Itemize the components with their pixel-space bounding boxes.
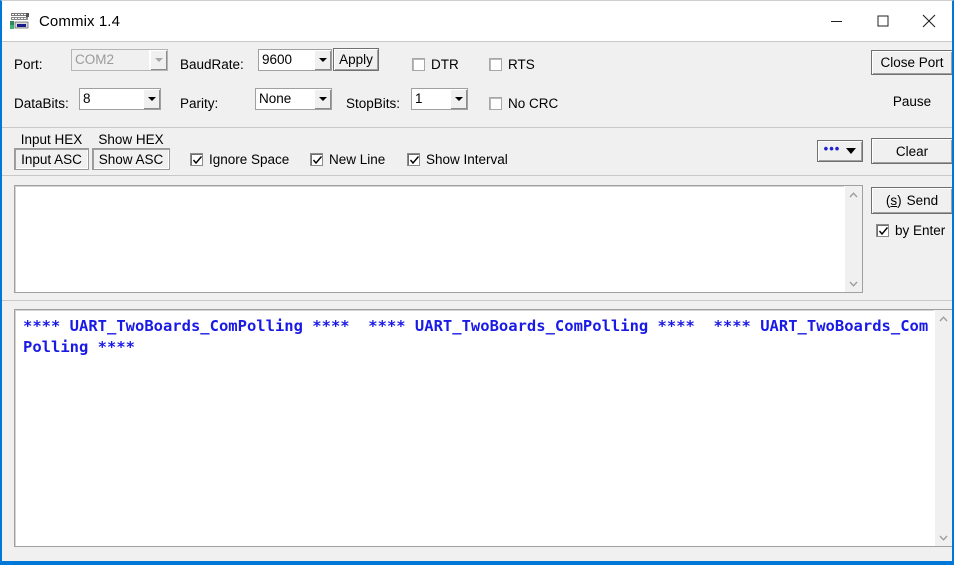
window-controls — [814, 1, 952, 41]
format-options-panel: Input HEX Input ASC Show HEX Show ASC Ig… — [2, 127, 952, 175]
chevron-down-icon — [449, 89, 467, 109]
baudrate-label: BaudRate: — [180, 57, 244, 72]
receive-output-scrollbar[interactable] — [934, 310, 952, 546]
send-input-text-area[interactable] — [15, 186, 845, 292]
close-port-button[interactable]: Close Port — [871, 50, 952, 75]
stopbits-label: StopBits: — [346, 96, 401, 111]
port-value: COM2 — [75, 52, 115, 68]
input-asc-button[interactable]: Input ASC — [14, 148, 89, 170]
title-bar: Commix 1.4 — [2, 1, 952, 41]
send-button-accelerator: (s) — [885, 193, 902, 208]
input-mode-toggle[interactable]: Input HEX Input ASC — [14, 132, 89, 170]
dtr-checkbox-box — [412, 58, 425, 71]
no-crc-checkbox-box — [489, 97, 502, 110]
send-button-label: Send — [906, 193, 939, 208]
new-line-label: New Line — [329, 152, 386, 167]
receive-output[interactable]: **** UART_TwoBoards_ComPolling **** ****… — [14, 309, 952, 547]
stopbits-select[interactable]: 1 — [411, 88, 468, 110]
show-interval-checkbox[interactable]: Show Interval — [407, 152, 508, 167]
databits-select[interactable]: 8 — [79, 88, 161, 110]
chevron-down-icon — [313, 50, 331, 70]
scroll-down-icon[interactable] — [935, 529, 952, 546]
chevron-down-icon — [846, 148, 857, 154]
ignore-space-label: Ignore Space — [209, 152, 290, 167]
baudrate-value: 9600 — [262, 52, 293, 68]
more-dots-label: ••• — [823, 140, 841, 156]
new-line-checkbox[interactable]: New Line — [310, 152, 385, 167]
parity-value: None — [259, 91, 292, 107]
databits-value: 8 — [83, 91, 91, 107]
more-options-button[interactable]: ••• — [817, 140, 863, 162]
clear-button[interactable]: Clear — [871, 138, 952, 164]
receive-panel: **** UART_TwoBoards_ComPolling **** ****… — [2, 300, 952, 551]
show-mode-toggle[interactable]: Show HEX Show ASC — [92, 132, 170, 170]
show-interval-label: Show Interval — [426, 152, 508, 167]
stopbits-value: 1 — [415, 91, 423, 107]
chevron-down-icon — [313, 89, 331, 109]
send-panel: (s) Send by Enter — [2, 175, 952, 300]
chevron-down-icon — [142, 89, 160, 109]
send-input-scrollbar[interactable] — [844, 186, 862, 292]
close-icon[interactable] — [906, 1, 952, 41]
show-interval-checkbox-box — [407, 153, 420, 166]
chevron-down-icon — [149, 50, 167, 70]
new-line-checkbox-box — [310, 153, 323, 166]
send-input[interactable] — [14, 185, 863, 293]
no-crc-checkbox[interactable]: No CRC — [489, 96, 558, 111]
no-crc-label: No CRC — [508, 96, 559, 111]
scroll-up-icon[interactable] — [845, 186, 862, 203]
maximize-icon[interactable] — [860, 1, 906, 41]
port-select[interactable]: COM2 — [71, 49, 168, 71]
parity-select[interactable]: None — [255, 88, 332, 110]
baudrate-select[interactable]: 9600 — [258, 49, 332, 71]
ignore-space-checkbox[interactable]: Ignore Space — [190, 152, 289, 167]
window-title: Commix 1.4 — [39, 12, 121, 30]
port-label: Port: — [14, 57, 43, 72]
ignore-space-checkbox-box — [190, 153, 203, 166]
rts-checkbox[interactable]: RTS — [489, 57, 535, 72]
send-button[interactable]: (s) Send — [871, 187, 952, 214]
show-hex-label[interactable]: Show HEX — [92, 132, 170, 148]
minimize-icon[interactable] — [814, 1, 860, 41]
by-enter-checkbox-box — [876, 224, 889, 237]
by-enter-checkbox[interactable]: by Enter — [876, 223, 945, 238]
receive-output-text: **** UART_TwoBoards_ComPolling **** ****… — [23, 317, 929, 356]
by-enter-label: by Enter — [895, 223, 946, 238]
pause-button[interactable]: Pause — [871, 91, 952, 111]
rts-label: RTS — [508, 57, 535, 72]
show-asc-button[interactable]: Show ASC — [92, 148, 170, 170]
databits-label: DataBits: — [14, 96, 69, 111]
apply-button[interactable]: Apply — [333, 48, 379, 71]
rts-checkbox-box — [489, 58, 502, 71]
dtr-label: DTR — [431, 57, 459, 72]
parity-label: Parity: — [180, 96, 219, 111]
scroll-up-icon[interactable] — [935, 310, 952, 327]
receive-output-text-area[interactable]: **** UART_TwoBoards_ComPolling **** ****… — [15, 310, 935, 546]
scroll-down-icon[interactable] — [845, 275, 862, 292]
port-settings-panel: Port: COM2 BaudRate: 9600 Apply DTR RTS … — [2, 41, 952, 127]
terminal-icon — [10, 12, 30, 30]
input-hex-label[interactable]: Input HEX — [14, 132, 89, 148]
dtr-checkbox[interactable]: DTR — [412, 57, 459, 72]
commix-main-window: Commix 1.4 Port: COM2 BaudRate: 9600 App… — [0, 0, 954, 565]
